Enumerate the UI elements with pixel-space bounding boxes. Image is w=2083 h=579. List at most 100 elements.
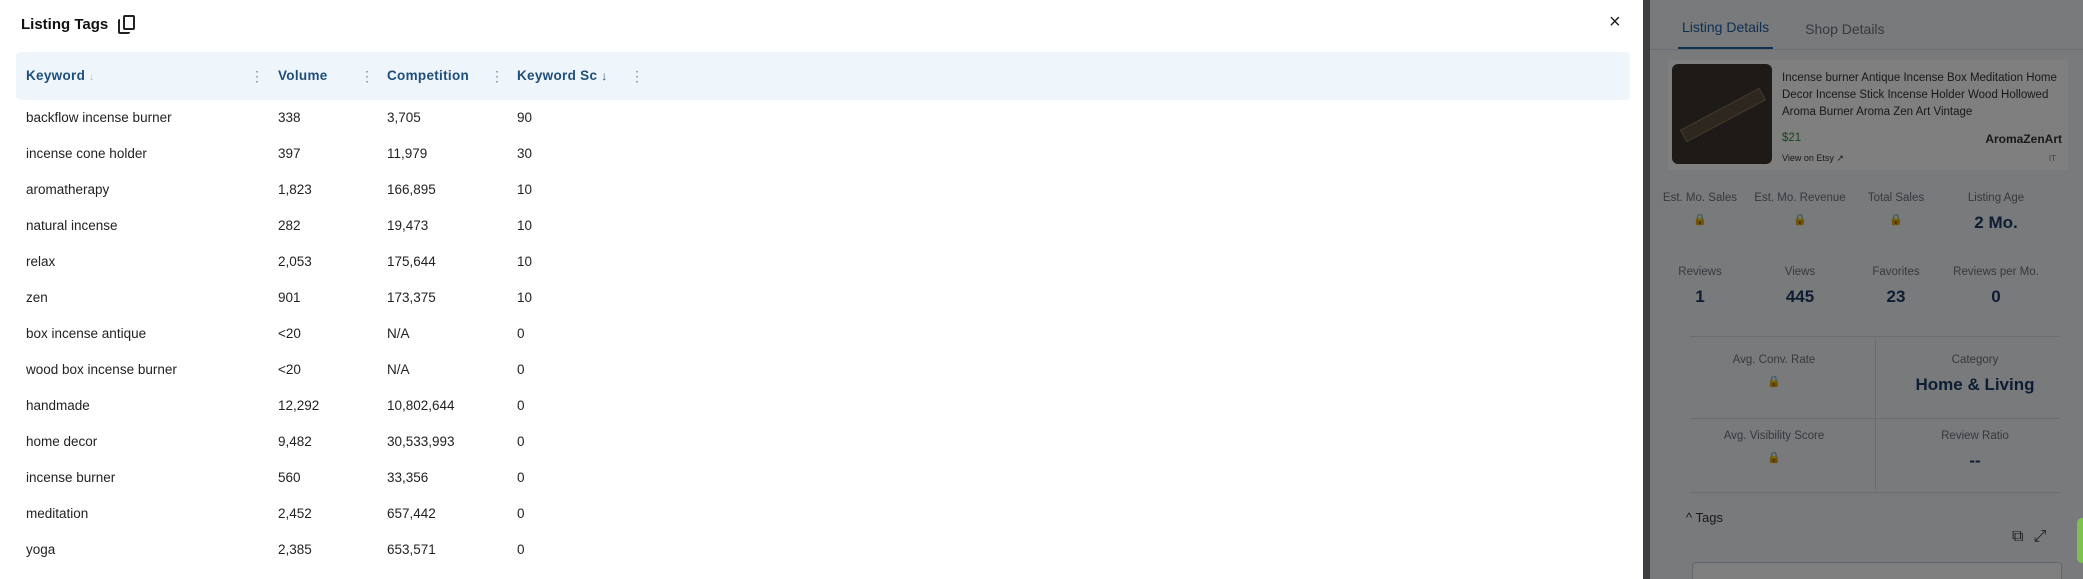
volume-cell: 9,482 [278, 434, 312, 449]
score-cell: 0 [517, 398, 525, 413]
score-cell: 0 [517, 506, 525, 521]
table-row: box incense antique <20 N/A 0 [16, 316, 1630, 352]
table-row: aromatherapy 1,823 166,895 10 [16, 172, 1630, 208]
competition-cell: N/A [387, 362, 410, 377]
volume-cell: 2,452 [278, 506, 312, 521]
tab-shop-details[interactable]: Shop Details [1801, 21, 1888, 49]
sort-desc-icon: ↓ [601, 69, 608, 83]
column-menu-icon[interactable]: ⋮ [490, 52, 504, 100]
score-cell: 0 [517, 542, 525, 557]
chevron-up-icon: ^ [1686, 510, 1693, 525]
table-row: incense cone holder 397 11,979 30 [16, 136, 1630, 172]
competition-cell: 11,979 [387, 146, 428, 161]
volume-cell: <20 [278, 326, 301, 341]
table-row: incense burner 560 33,356 0 [16, 460, 1630, 496]
volume-cell: 560 [278, 470, 301, 485]
stat-reviews: Reviews 1 [1678, 266, 1722, 306]
stat-reviews-per-mo: Reviews per Mo. 0 [1953, 266, 2039, 306]
tags-toolbar: ⧉ ⤢ [2012, 528, 2046, 546]
copy-icon[interactable] [118, 15, 136, 35]
keyword-cell: relax [26, 254, 56, 269]
volume-cell: <20 [278, 362, 301, 377]
tags-label: Tags [1695, 510, 1723, 525]
table-row: home decor 9,482 30,533,993 0 [16, 424, 1630, 460]
keyword-cell: wood box incense burner [26, 362, 177, 377]
table-row: yoga 2,385 653,571 0 [16, 532, 1630, 568]
keyword-cell: yoga [26, 542, 56, 557]
side-handle[interactable] [2077, 518, 2083, 563]
keyword-cell: backflow incense burner [26, 110, 172, 125]
lock-icon: 🔒 [1793, 214, 1807, 226]
score-cell: 0 [517, 470, 525, 485]
volume-cell: 12,292 [278, 398, 320, 413]
listing-title: Incense burner Antique Incense Box Medit… [1782, 72, 2057, 118]
table-row: backflow incense burner 338 3,705 90 [16, 100, 1630, 136]
stat-views: Views 445 [1784, 266, 1816, 306]
listing-card: Incense burner Antique Incense Box Medit… [1668, 60, 2068, 170]
country-code: IT [2048, 154, 2056, 163]
stat-listing-age: Listing Age 2 Mo. [1967, 192, 2025, 232]
divider [1875, 340, 1876, 490]
keyword-cell: meditation [26, 506, 89, 521]
col-volume[interactable]: Volume [278, 52, 328, 100]
competition-cell: 657,442 [387, 506, 436, 521]
view-on-etsy-link[interactable]: View on Etsy ↗ [1782, 153, 1844, 164]
score-cell: 10 [517, 290, 533, 305]
score-cell: 10 [517, 254, 533, 269]
competition-cell: 30,533,993 [387, 434, 455, 449]
tags-section-header[interactable]: ^ Tags [1686, 510, 1723, 525]
divider [1690, 336, 2060, 337]
competition-cell: 33,356 [387, 470, 429, 485]
table-row: meditation 2,452 657,442 0 [16, 496, 1630, 532]
sort-icon: ↓ [89, 72, 95, 83]
score-cell: 90 [517, 110, 533, 125]
lock-icon: 🔒 [1693, 214, 1707, 226]
stat-est-mo-revenue: Est. Mo. Revenue 🔒 [1750, 192, 1850, 226]
volume-cell: 2,385 [278, 542, 312, 557]
keyword-cell: handmade [26, 398, 90, 413]
table-row: zen 901 173,375 10 [16, 280, 1630, 316]
volume-cell: 1,823 [278, 182, 312, 197]
keyword-cell: box incense antique [26, 326, 147, 341]
table-row: relax 2,053 175,644 10 [16, 244, 1630, 280]
table-header: Keyword ↓ ⋮ Volume ⋮ Competition ⋮ Keywor… [16, 52, 1630, 100]
volume-cell: 338 [278, 110, 301, 125]
competition-cell: 173,375 [387, 290, 436, 305]
stat-total-sales: Total Sales 🔒 [1846, 192, 1946, 226]
competition-cell: 166,895 [387, 182, 436, 197]
listing-tags-modal: Listing Tags × Keyword ↓ ⋮ Volume ⋮ Compe… [0, 0, 1643, 579]
lock-icon: 🔒 [1767, 376, 1781, 388]
keyword-cell: zen [26, 290, 48, 305]
score-cell: 0 [517, 434, 525, 449]
tags-table-preview [1692, 562, 2062, 579]
table-body: backflow incense burner 338 3,705 90 incense… [16, 100, 1630, 568]
score-cell: 10 [517, 218, 533, 233]
keyword-cell: aromatherapy [26, 182, 110, 197]
copy-tags-icon[interactable]: ⧉ [2012, 528, 2023, 546]
score-cell: 10 [517, 182, 533, 197]
competition-cell: 19,473 [387, 218, 429, 233]
table-row: handmade 12,292 10,802,644 0 [16, 388, 1630, 424]
divider [1690, 492, 2060, 493]
competition-cell: 653,571 [387, 542, 436, 557]
column-menu-icon[interactable]: ⋮ [250, 52, 264, 100]
tags-table: Keyword ↓ ⋮ Volume ⋮ Competition ⋮ Keywor… [16, 52, 1630, 568]
modal-header: Listing Tags × [0, 0, 1643, 50]
close-icon[interactable]: × [1609, 12, 1621, 32]
tab-listing-details[interactable]: Listing Details [1678, 19, 1774, 49]
score-cell: 0 [517, 326, 525, 341]
shop-name[interactable]: AromaZenArt [1985, 132, 2062, 146]
lock-icon: 🔒 [1767, 452, 1781, 464]
volume-cell: 397 [278, 146, 301, 161]
expand-icon[interactable]: ⤢ [2033, 528, 2046, 546]
keyword-cell: home decor [26, 434, 98, 449]
col-competition[interactable]: Competition [387, 52, 469, 100]
col-keyword[interactable]: Keyword ↓ [26, 52, 94, 100]
table-row: wood box incense burner <20 N/A 0 [16, 352, 1630, 388]
column-menu-icon[interactable]: ⋮ [360, 52, 374, 100]
col-keyword-score[interactable]: Keyword Sc ↓ [517, 52, 608, 100]
score-cell: 0 [517, 362, 525, 377]
column-menu-icon[interactable]: ⋮ [630, 52, 644, 100]
stat-review-ratio: Review Ratio -- [1941, 430, 2009, 470]
stat-avg-conv-rate: Avg. Conv. Rate 🔒 [1714, 354, 1834, 388]
